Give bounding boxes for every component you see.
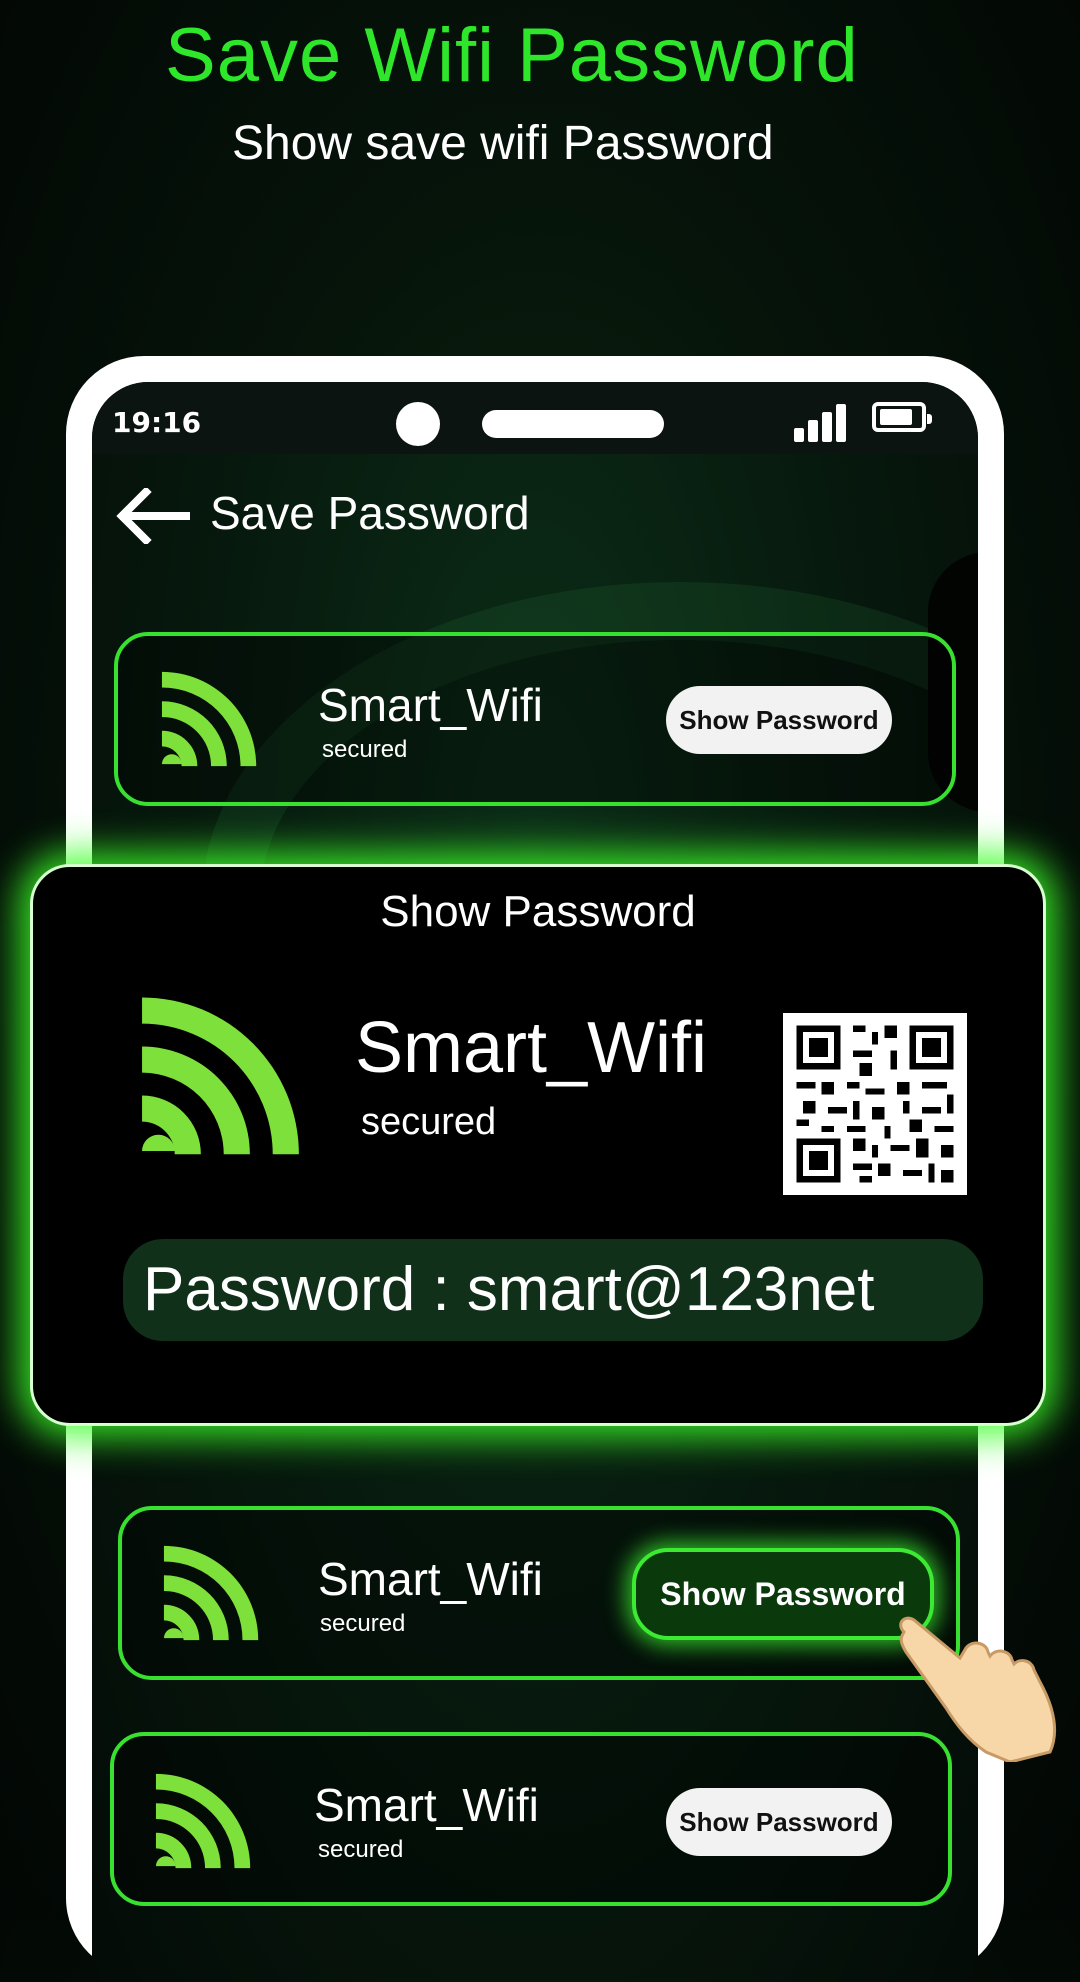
show-password-button[interactable]: Show Password [666, 1788, 892, 1856]
status-bar: 19:16 [92, 382, 978, 454]
battery-icon [872, 402, 932, 432]
wifi-network-card: Smart_Wifi secured Show Password [118, 1506, 960, 1680]
password-display: Password : smart@123net [123, 1239, 983, 1341]
wifi-status: secured [322, 736, 408, 763]
headline: Save Wifi Password [165, 13, 859, 98]
signal-icon [794, 402, 854, 442]
dialog-wifi-status: secured [361, 1101, 497, 1143]
qr-code-icon [783, 1013, 967, 1195]
wifi-status: secured [320, 1610, 406, 1637]
dialog-wifi-name: Smart_Wifi [355, 1008, 708, 1088]
wifi-network-card: Smart_Wifi secured Show Password [110, 1732, 952, 1906]
camera-icon [396, 402, 440, 446]
subheadline: Show save wifi Password [232, 117, 774, 170]
password-dialog: Show Password Smart_Wifi secured Passwor… [30, 864, 1046, 1426]
show-password-button-active[interactable]: Show Password [632, 1548, 934, 1640]
back-arrow-icon[interactable] [114, 488, 190, 544]
wifi-status: secured [318, 1836, 404, 1863]
wifi-icon [155, 1773, 251, 1869]
page-title: Save Password [210, 487, 530, 539]
speaker-pill [482, 410, 664, 438]
wifi-network-card: Smart_Wifi secured Show Password [114, 632, 956, 806]
wifi-icon [163, 1545, 259, 1641]
hand-pointer-icon [899, 1616, 1057, 1762]
wifi-name: Smart_Wifi [318, 679, 543, 731]
status-time: 19:16 [112, 406, 202, 439]
wifi-name: Smart_Wifi [314, 1779, 539, 1831]
dialog-title: Show Password [380, 887, 696, 936]
wifi-icon [142, 997, 299, 1155]
wifi-icon [161, 671, 257, 767]
show-password-button[interactable]: Show Password [666, 686, 892, 754]
wifi-name: Smart_Wifi [318, 1553, 543, 1605]
